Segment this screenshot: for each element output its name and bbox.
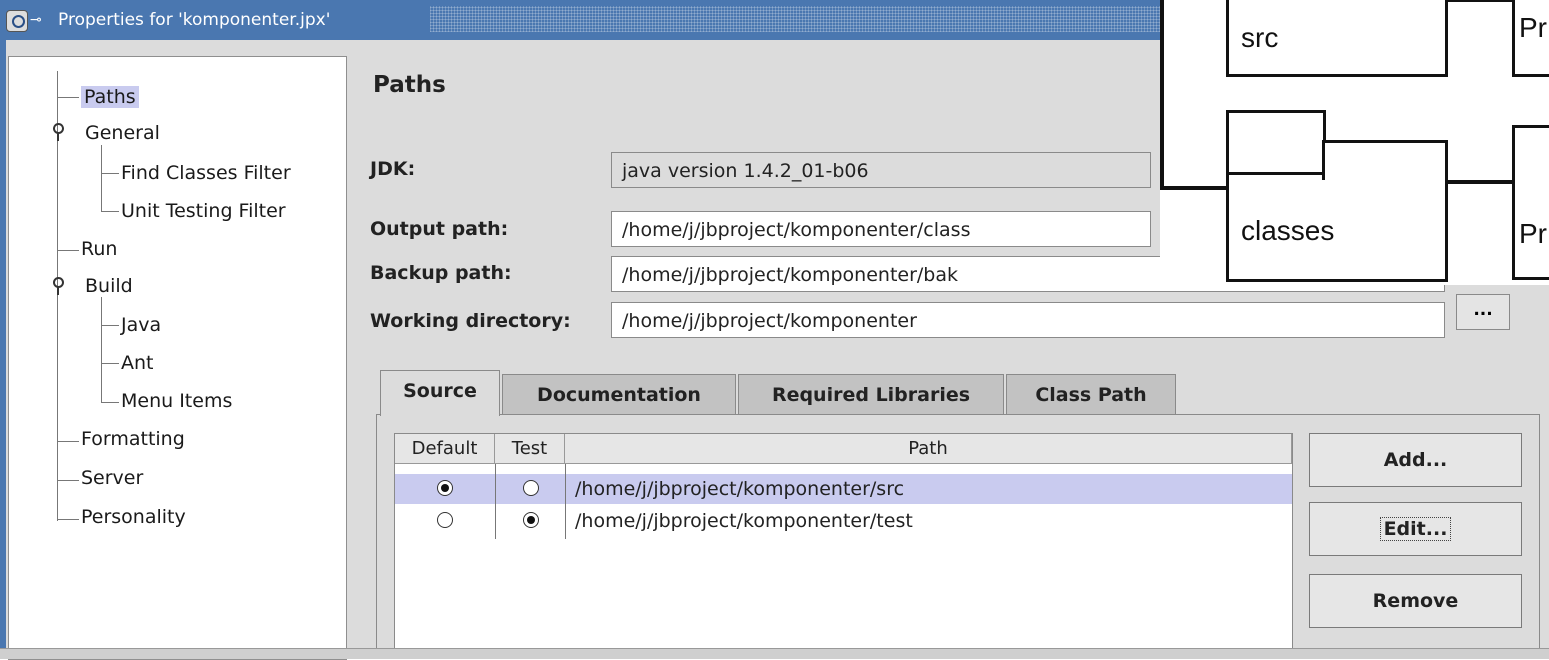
collapse-icon[interactable] [51,123,65,143]
edit-button-label: Edit... [1379,517,1452,541]
tree-line [57,441,79,442]
tree-item-unit-testing-filter[interactable]: Unit Testing Filter [121,195,286,227]
output-path-field[interactable]: /home/j/jbproject/komponenter/class [611,211,1151,247]
tree-item-label: Find Classes Filter [121,162,291,184]
tree-item-build[interactable]: Build [85,270,133,302]
status-strip [0,648,1549,659]
tree-item-find-classes-filter[interactable]: Find Classes Filter [121,157,291,189]
tree-line [57,480,79,481]
tree-item-run[interactable]: Run [81,233,117,265]
remove-button-label: Remove [1372,590,1459,612]
table-row[interactable]: /home/j/jbproject/komponenter/test [395,506,1292,536]
tree-item-label: Ant [121,352,154,374]
working-directory-label: Working directory: [370,310,571,332]
tab-required-libraries[interactable]: Required Libraries [738,374,1004,414]
column-header-path[interactable]: Path [565,434,1292,464]
column-header-test[interactable]: Test [495,434,565,464]
diagram-box-src: src [1226,0,1448,77]
source-table[interactable]: Default Test Path /home/j/jbproject/komp… [394,433,1293,658]
diagram-connector [1446,0,1516,2]
tree-item-label: Server [81,467,144,489]
tree-item-label: General [85,122,160,144]
diagram-box-classes: classes [1226,172,1448,282]
tree-line [57,519,79,520]
tree-line [101,297,102,403]
diagram-box-src-label: src [1241,22,1279,53]
pin-icon[interactable]: ⊸ [30,13,50,27]
tree-item-label: Build [85,275,133,297]
diagram-box-classes-label: classes [1241,215,1335,246]
tree-line [101,173,119,174]
jdk-label: JDK: [370,158,416,180]
tab-source[interactable]: Source [380,370,500,416]
collapse-icon[interactable] [51,277,65,297]
diagram-box-right-bottom: Pr [1512,125,1549,280]
tree-item-ant[interactable]: Ant [121,347,154,379]
tree-line [101,402,119,403]
diagram-box-right-bottom-label: Pr [1519,218,1547,249]
column-divider [565,464,566,539]
tree-item-formatting[interactable]: Formatting [81,423,185,455]
tree-line [101,211,119,212]
diagram-folder-shoulder [1322,140,1448,180]
tree-line [101,145,102,211]
tab-class-path[interactable]: Class Path [1006,374,1176,414]
tree-item-java[interactable]: Java [121,309,161,341]
add-button-label: Add... [1383,449,1448,471]
diagram-folder-tab [1226,110,1326,180]
window-frame [0,40,6,658]
diagram-connector [1160,0,1164,190]
test-radio[interactable] [523,512,539,528]
window-title: Properties for 'komponenter.jpx' [58,10,331,30]
diagram-connector [1160,186,1226,190]
tree-item-label: Personality [81,506,186,528]
table-row[interactable]: /home/j/jbproject/komponenter/src [395,474,1292,504]
tree-item-personality[interactable]: Personality [81,501,186,533]
diagram-box-right-top: Pr [1512,0,1549,77]
tree-item-label: Java [121,314,162,336]
column-header-default[interactable]: Default [395,434,495,464]
tree-item-label: Run [81,238,118,260]
tree-item-label: Menu Items [121,390,233,412]
tree-item-server[interactable]: Server [81,462,143,494]
diagram-connector [1446,180,1516,184]
jdk-field[interactable]: java version 1.4.2_01-b06 [611,152,1151,188]
tree-line [101,363,119,364]
tab-documentation[interactable]: Documentation [502,374,736,414]
folder-diagram: src classes Pr Pr [1160,0,1549,285]
tree-item-general[interactable]: General [85,117,160,149]
jbuilder-app-icon[interactable] [6,10,28,32]
tree-item-label: Unit Testing Filter [121,200,286,222]
tree-item-label: Paths [81,86,139,108]
path-cell: /home/j/jbproject/komponenter/test [575,510,913,532]
diagram-box-right-top-label: Pr [1519,12,1547,43]
output-path-label: Output path: [370,218,509,240]
column-divider [495,464,496,539]
tree-line [57,97,79,98]
tree-item-label: Formatting [81,428,185,450]
settings-tree[interactable]: Paths General Find Classes Filter Unit T… [8,56,347,660]
tree-line [57,250,79,251]
remove-button[interactable]: Remove [1309,574,1522,628]
tree-line [101,325,119,326]
path-cell: /home/j/jbproject/komponenter/src [575,478,905,500]
browse-button[interactable]: ... [1456,294,1510,330]
tree-item-paths[interactable]: Paths [81,81,139,113]
edit-button[interactable]: Edit... [1309,502,1522,556]
backup-path-label: Backup path: [370,262,512,284]
default-radio[interactable] [437,480,453,496]
page-title: Paths [373,72,446,98]
add-button[interactable]: Add... [1309,433,1522,487]
tree-item-menu-items[interactable]: Menu Items [121,385,232,417]
default-radio[interactable] [437,512,453,528]
working-directory-field[interactable]: /home/j/jbproject/komponenter [611,302,1445,338]
test-radio[interactable] [523,480,539,496]
